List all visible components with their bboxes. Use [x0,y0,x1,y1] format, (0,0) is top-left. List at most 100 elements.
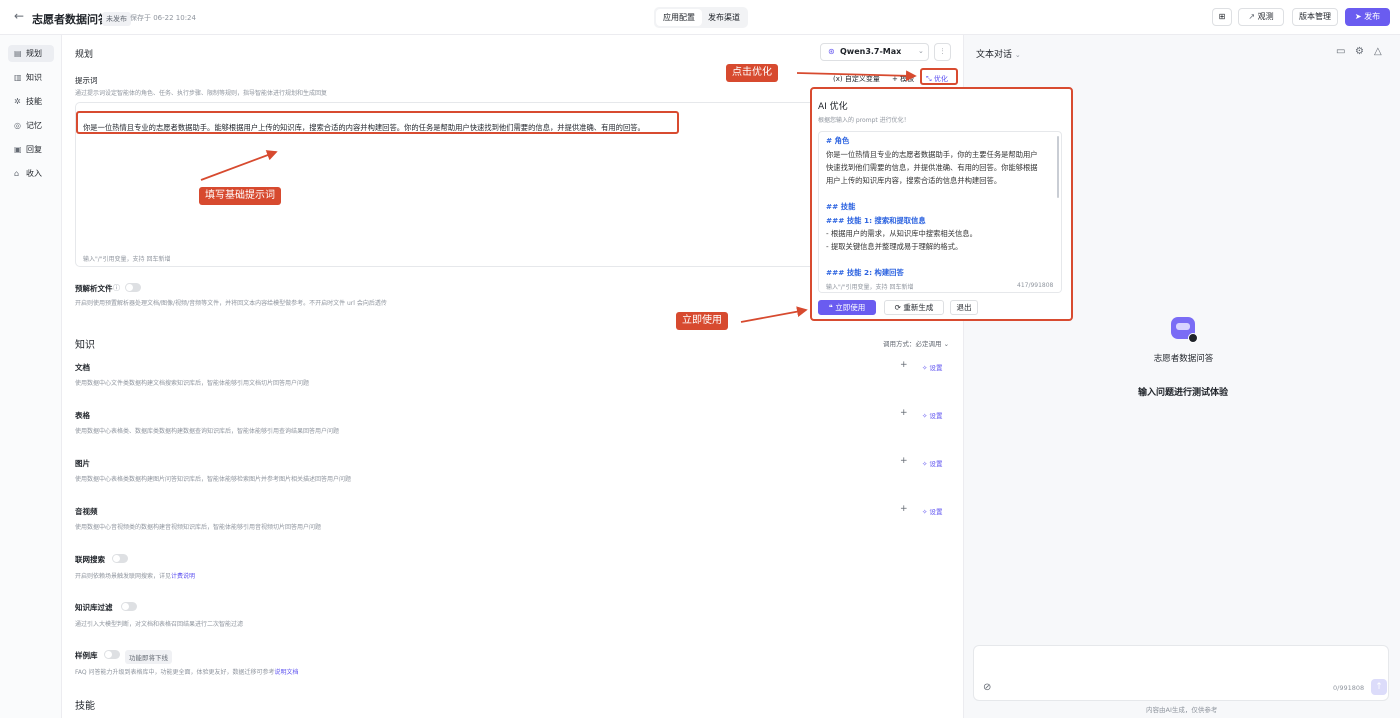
web-search-label: 联网搜索 [75,555,105,564]
prompt-line: ## 技能 [826,202,856,211]
add-av-icon[interactable]: + [900,504,908,514]
scrollbar[interactable] [1057,136,1059,198]
call-mode-label: 调用方式：必定调用 [883,340,942,348]
status-badge: 未发布 [102,12,131,26]
config-tabs: 应用配置 发布渠道 [654,7,748,28]
publish-label: 发布 [1364,12,1381,21]
info-icon: ⓘ [113,284,120,292]
sidebar-item-reply[interactable]: ▣ 回复 [8,141,54,158]
chevron-down-icon: ⌄ [943,340,950,348]
use-now-button[interactable]: ❝ 立即使用 [818,300,876,315]
knowledge-image-desc: 使用数据中心表格类数据构建图片问答知识库后，智能体能够检索图片并参考图片相关描述… [75,476,352,483]
sidebar-item-memory[interactable]: ◎ 记忆 [8,117,54,134]
gear-icon[interactable]: ⚙ [1355,46,1364,57]
setting-label: 设置 [929,508,943,516]
reply-icon: ▣ [14,145,22,154]
send-button[interactable]: ↑ [1371,679,1387,695]
add-image-icon[interactable]: + [900,456,908,466]
billing-link[interactable]: 计费说明 [171,573,195,580]
table-setting-button[interactable]: ✧ 设置 [922,410,943,420]
sidebar-item-income[interactable]: ⌂ 收入 [8,165,54,182]
prompt-line: ### 技能 1: 搜索和提取信息 [826,216,926,225]
variable-icon: (x) [833,75,843,83]
agent-name: 志愿者数据问答 [1153,354,1214,364]
optimized-prompt[interactable]: # 角色 你是一位热情且专业的志愿者数据助手，你的主要任务是帮助用户 快速找到他… [818,131,1062,293]
back-arrow-icon[interactable]: ← [14,9,24,23]
doc-setting-button[interactable]: ✧ 设置 [922,362,943,372]
knowledge-doc-title: 文档 [75,363,90,372]
setting-label: 设置 [929,412,943,420]
example-desc-text: FAQ 问答能力升级到表格库中，功能更全面，体验更友好，数据迁移可参考 [75,669,275,676]
sidebar-item-knowledge[interactable]: ▥ 知识 [8,69,54,86]
income-icon: ⌂ [14,169,20,178]
knowledge-image-title: 图片 [75,459,90,468]
gear-icon: ✧ [922,412,928,420]
quote-icon: ❝ [828,303,833,312]
top-bar: ← 志愿者数据问答 未发布 保存于 06-22 10:24 应用配置 发布渠道 … [0,0,1400,35]
add-table-icon[interactable]: + [900,408,908,418]
chat-input[interactable]: ⊘ 0/991808 ↑ [973,645,1389,701]
custom-variable-button[interactable]: (x) 自定义变量 [833,74,880,84]
status-dot-icon [1188,333,1198,343]
knowledge-doc-desc: 使用数据中心文件类数据构建文档搜索知识库后，智能体能够引用文档切片回答用户问题 [75,380,310,387]
web-search-toggle[interactable] [112,554,128,563]
grid-icon[interactable]: ⊞ [1212,8,1232,26]
setting-label: 设置 [929,460,943,468]
kb-filter-toggle[interactable] [121,602,137,611]
sidebar-item-skill[interactable]: ✲ 技能 [8,93,54,110]
modal-footer-hint: 输入"/"引用变量，支持 回车新增 [826,284,914,291]
save-icon[interactable]: ▭ [1336,46,1345,57]
doc-link[interactable]: 说明文档 [275,669,299,676]
tab-publish-channel[interactable]: 发布渠道 [702,9,746,26]
image-setting-button[interactable]: ✧ 设置 [922,458,943,468]
regenerate-label: 重新生成 [903,303,934,312]
call-mode-select[interactable]: 调用方式：必定调用 ⌄ [883,338,949,348]
planning-heading: 规划 [75,50,94,60]
attach-icon[interactable]: ⊘ [983,682,991,693]
knowledge-table-title: 表格 [75,411,90,420]
observe-label: 观测 [1257,12,1274,21]
publish-button[interactable]: ➤ 发布 [1345,8,1390,26]
memory-icon: ◎ [14,121,21,130]
modal-footer-bar: 输入"/"引用变量，支持 回车新增 417/991808 [819,279,1061,292]
chart-icon: ↗ [1248,12,1256,21]
prompt-line: # 角色 [826,136,850,145]
clear-icon[interactable]: △ [1374,46,1382,57]
sidebar-item-label: 记忆 [26,121,42,130]
example-label: 样例库 [75,651,98,660]
sidebar-item-label: 规划 [26,49,42,58]
sidebar-item-plan[interactable]: ▤ 规划 [8,45,54,62]
regenerate-button[interactable]: ⟳ 重新生成 [884,300,944,315]
av-setting-button[interactable]: ✧ 设置 [922,506,943,516]
tab-app-config[interactable]: 应用配置 [656,9,702,26]
example-desc: FAQ 问答能力升级到表格库中，功能更全面，体验更友好，数据迁移可参考说明文档 [75,667,299,676]
plus-icon: + [892,75,898,83]
preparse-desc: 开启则使用预置解析器处理文档/图像/视频/音频等文件，并将回文本内容给模型做参考… [75,300,387,307]
template-button[interactable]: + 模板 [892,74,914,84]
prompt-desc: 通过提示词设定智能体的角色、任务、执行步骤、限制等规则，指导智能体进行规划和生成… [75,90,328,97]
gear-icon: ✧ [922,460,928,468]
refresh-icon: ⟳ [894,303,901,312]
version-button[interactable]: 版本管理 [1292,8,1338,26]
prompt-label: 提示词 [75,76,98,85]
add-doc-icon[interactable]: + [900,360,908,370]
modal-counter: 417/991808 [1017,282,1054,289]
preparse-toggle[interactable] [125,283,141,292]
skill-heading: 技能 [75,701,95,712]
chat-mode-select[interactable]: 文本对话 ⌄ [976,47,1021,60]
exit-button[interactable]: 退出 [950,300,978,315]
example-toggle[interactable] [104,650,120,659]
ai-disclaimer: 内容由AI生成，仅供参考 [1146,706,1218,714]
model-select[interactable]: ⊛ Qwen3.7-Max ⌄ [820,43,929,61]
chat-hint: 输入问题进行测试体验 [1138,388,1229,398]
model-settings-icon[interactable]: ⫶ [934,43,951,61]
sidebar: ▤ 规划 ▥ 知识 ✲ 技能 ◎ 记忆 ▣ 回复 ⌂ 收入 [0,35,62,718]
knowledge-heading: 知识 [75,340,95,351]
optimize-highlight-box [920,68,958,85]
prompt-line: ### 技能 2: 构建回答 [826,268,904,277]
use-now-callout: 立即使用 [676,312,728,330]
observe-button[interactable]: ↗ 观测 [1238,8,1284,26]
web-search-desc-text: 开启则依赖场景触发联网搜索，详见 [75,573,172,580]
book-icon: ▥ [14,73,22,82]
prompt-footer: 输入"/"引用变量，支持 回车新增 [83,256,171,263]
